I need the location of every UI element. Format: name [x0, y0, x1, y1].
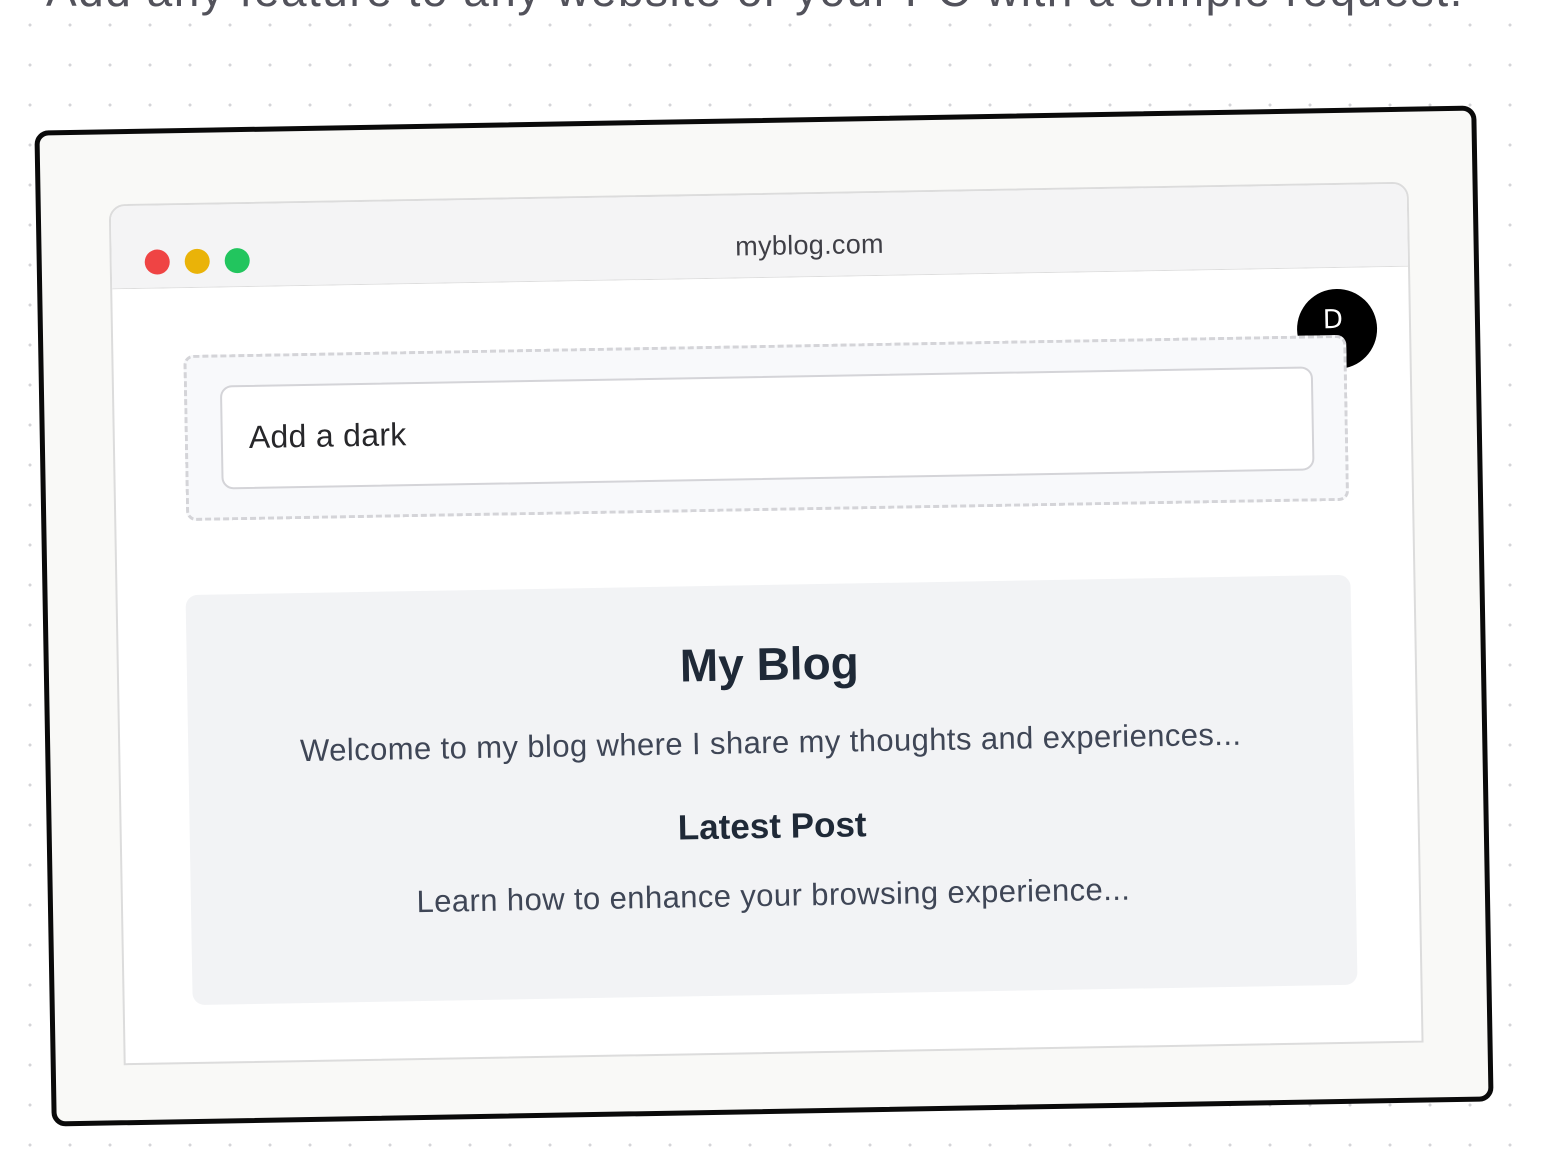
blog-title: My Blog	[679, 636, 860, 692]
browser-window: myblog.com D My Blog Welcome to my blog …	[108, 181, 1424, 1066]
address-bar-url[interactable]: myblog.com	[111, 220, 1407, 274]
device-frame: myblog.com D My Blog Welcome to my blog …	[34, 105, 1494, 1127]
latest-post-heading: Latest Post	[677, 805, 867, 848]
latest-post-excerpt: Learn how to enhance your browsing exper…	[416, 871, 1131, 920]
blog-intro-text: Welcome to my blog where I share my thou…	[299, 716, 1242, 769]
feature-request-panel	[183, 334, 1350, 522]
page-headline: Add any feature to any website or your P…	[46, 0, 1526, 18]
feature-request-input[interactable]	[219, 366, 1315, 490]
browser-titlebar: myblog.com	[110, 183, 1409, 290]
d-logo-icon: D	[1322, 304, 1344, 336]
blog-card: My Blog Welcome to my blog where I share…	[185, 574, 1358, 1006]
